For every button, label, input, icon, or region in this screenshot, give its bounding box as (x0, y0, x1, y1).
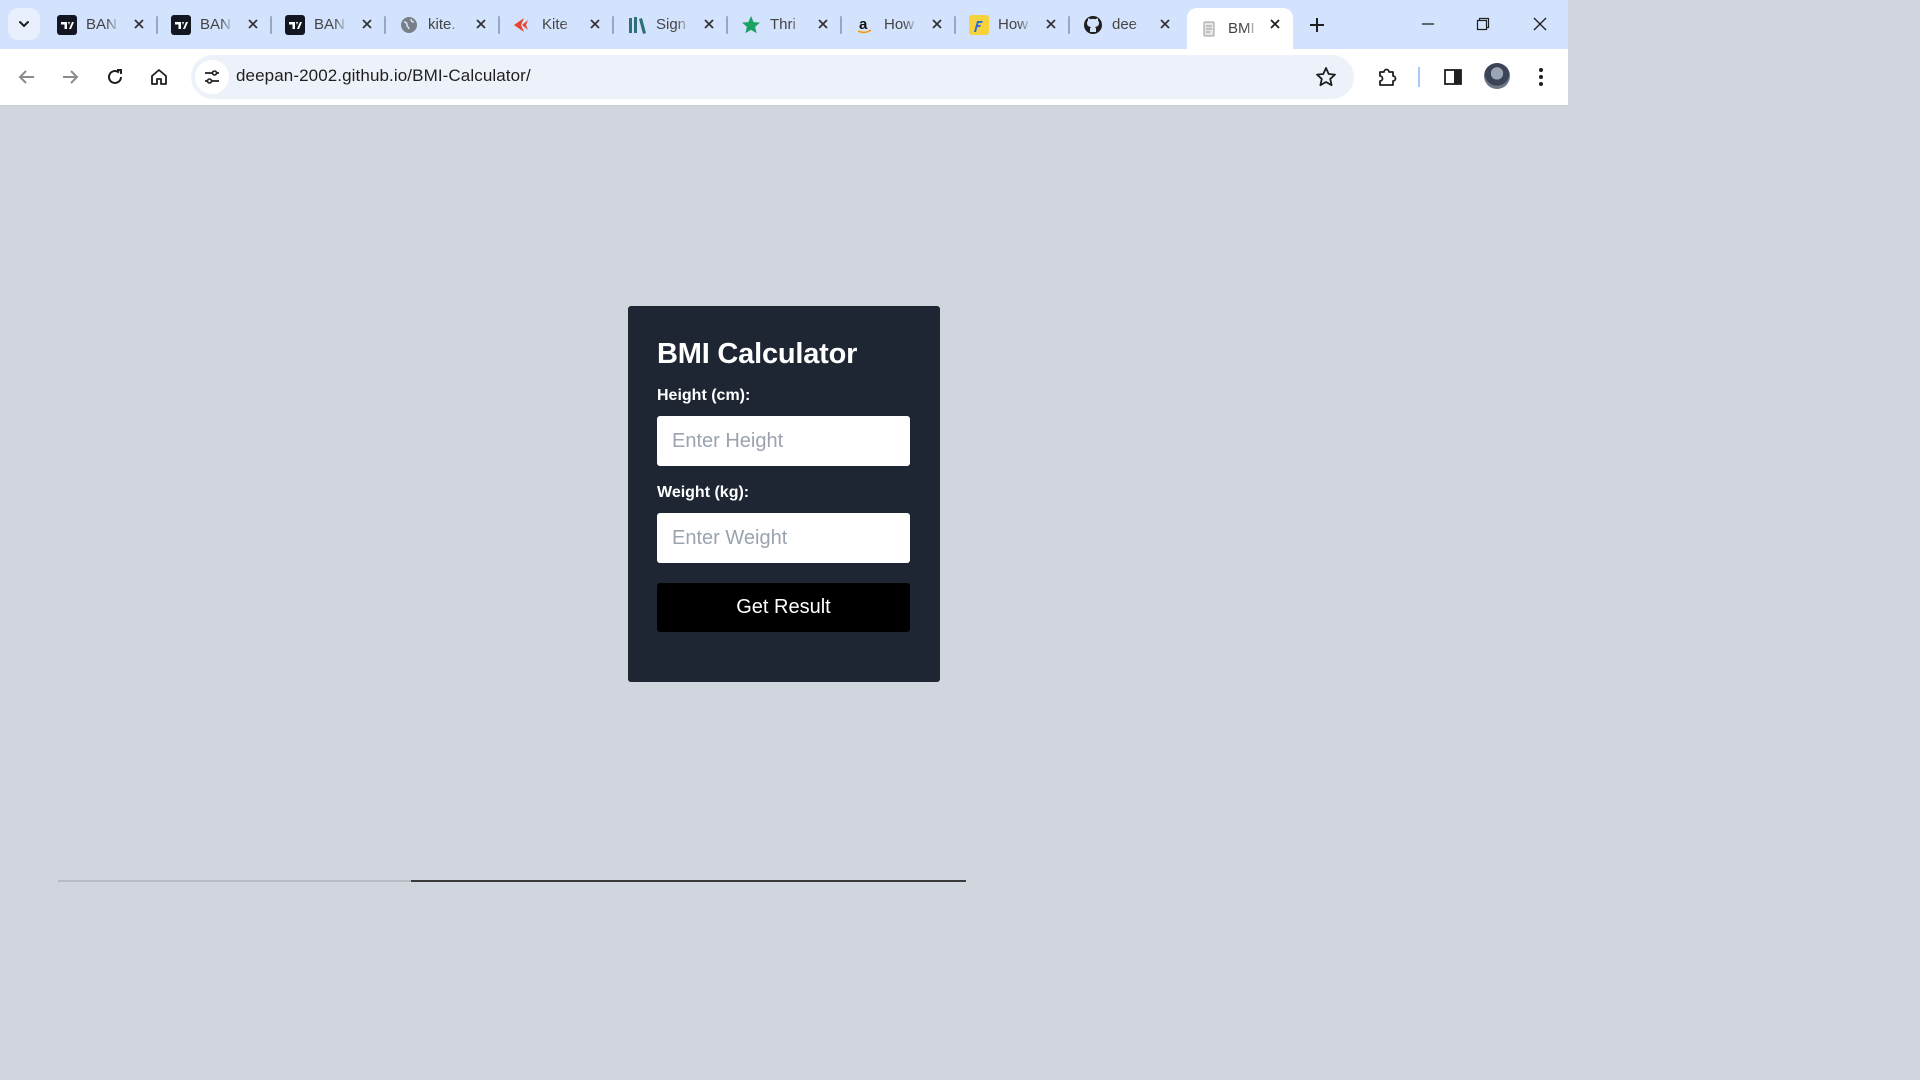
tab-title: How (998, 16, 1029, 33)
close-icon[interactable] (245, 16, 261, 32)
tab-title: dee (1112, 16, 1138, 33)
taskbar-segment (58, 880, 411, 882)
tab-8[interactable]: How (957, 8, 1070, 41)
tab-separator (840, 16, 842, 34)
tab-separator (612, 16, 614, 34)
menu-button[interactable] (1527, 63, 1555, 91)
arrow-left-icon (18, 70, 34, 84)
height-label: Height (cm): (657, 387, 751, 404)
reload-icon (108, 69, 122, 84)
toolbar-divider (1418, 67, 1420, 87)
puzzle-icon (1379, 68, 1397, 86)
tab-separator (384, 16, 386, 34)
page-title: BMI Calculator (657, 338, 858, 370)
browser-toolbar: deepan-2002.github.io/BMI-Calculator/ (0, 49, 1568, 106)
tab-2[interactable]: BAN (273, 8, 386, 41)
side-panel-button[interactable] (1439, 63, 1467, 91)
tab-title: BAN (86, 16, 117, 33)
close-icon[interactable] (815, 16, 831, 32)
side-panel-icon (1444, 69, 1462, 85)
minimize-icon (1422, 23, 1434, 25)
tab-title: BMI (1228, 20, 1255, 37)
close-icon[interactable] (929, 16, 945, 32)
forward-button[interactable] (56, 63, 84, 91)
reload-button[interactable] (101, 63, 129, 91)
tune-icon (205, 70, 219, 84)
site-info-button[interactable] (195, 60, 229, 94)
chevron-down-icon (19, 21, 29, 28)
tab-5[interactable]: Sign (615, 8, 728, 41)
arrow-right-icon (63, 70, 79, 84)
url-text[interactable]: deepan-2002.github.io/BMI-Calculator/ (236, 66, 531, 86)
close-icon[interactable] (587, 16, 603, 32)
tab-separator (270, 16, 272, 34)
github-icon (1083, 15, 1103, 35)
star-icon (741, 15, 761, 35)
bookmark-button[interactable] (1314, 65, 1338, 89)
tab-4[interactable]: Kite (501, 8, 614, 41)
tab-search-button[interactable] (8, 8, 40, 40)
flipkart-icon (969, 14, 989, 35)
tab-separator (1068, 16, 1070, 34)
tab-title: BAN (314, 16, 345, 33)
tab-title: Thri (770, 16, 796, 33)
tradingview-icon (285, 14, 305, 35)
tab-separator (726, 16, 728, 34)
globe-icon (399, 15, 419, 35)
tradingview-icon (171, 14, 191, 35)
taskbar-segment (411, 880, 966, 882)
close-icon (1533, 17, 1547, 31)
close-icon[interactable] (1267, 16, 1283, 32)
tab-title: BAN (200, 16, 231, 33)
tab-0[interactable]: BAN (45, 8, 158, 41)
extensions-button[interactable] (1373, 63, 1401, 91)
minimize-button[interactable] (1416, 12, 1440, 36)
bmi-calculator-card: BMI Calculator Height (cm): Weight (kg):… (628, 306, 940, 682)
profile-avatar[interactable] (1484, 63, 1510, 89)
tab-title: Kite (542, 16, 568, 33)
tab-7[interactable]: a How (843, 8, 956, 41)
taskbar-edge (0, 878, 1568, 882)
restore-icon (1476, 17, 1490, 31)
tab-strip: BAN BAN BAN kite. Kite Sign Thri a How H… (0, 0, 1568, 49)
restore-button[interactable] (1471, 12, 1495, 36)
get-result-button[interactable]: Get Result (657, 583, 910, 632)
weight-input[interactable] (657, 513, 910, 563)
close-icon[interactable] (473, 16, 489, 32)
tab-10[interactable]: BMI (1187, 8, 1293, 49)
close-icon[interactable] (131, 16, 147, 32)
books-icon (627, 15, 647, 35)
tab-title: How (884, 16, 915, 33)
kite-icon (513, 15, 533, 35)
plus-icon (1310, 18, 1324, 32)
close-icon[interactable] (1157, 16, 1173, 32)
close-window-button[interactable] (1528, 12, 1552, 36)
tab-9[interactable]: dee (1071, 8, 1183, 41)
home-icon (151, 69, 167, 85)
star-outline-icon (1316, 67, 1336, 87)
tab-title: kite. (428, 16, 456, 33)
weight-label: Weight (kg): (657, 484, 750, 501)
close-icon[interactable] (359, 16, 375, 32)
tab-separator (954, 16, 956, 34)
back-button[interactable] (13, 63, 41, 91)
address-bar[interactable]: deepan-2002.github.io/BMI-Calculator/ (191, 55, 1354, 99)
tab-separator (498, 16, 500, 34)
close-icon[interactable] (701, 16, 717, 32)
tab-separator (156, 16, 158, 34)
amazon-icon: a (855, 15, 875, 35)
tab-6[interactable]: Thri (729, 8, 842, 41)
tab-title: Sign (656, 16, 687, 33)
tab-1[interactable]: BAN (159, 8, 272, 41)
page-icon (1199, 19, 1219, 39)
height-input[interactable] (657, 416, 910, 466)
tab-3[interactable]: kite. (387, 8, 500, 41)
home-button[interactable] (145, 63, 173, 91)
new-tab-button[interactable] (1305, 13, 1329, 37)
svg-text:a: a (859, 16, 868, 33)
more-vertical-icon (1539, 68, 1543, 86)
close-icon[interactable] (1043, 16, 1059, 32)
tradingview-icon (57, 14, 77, 35)
